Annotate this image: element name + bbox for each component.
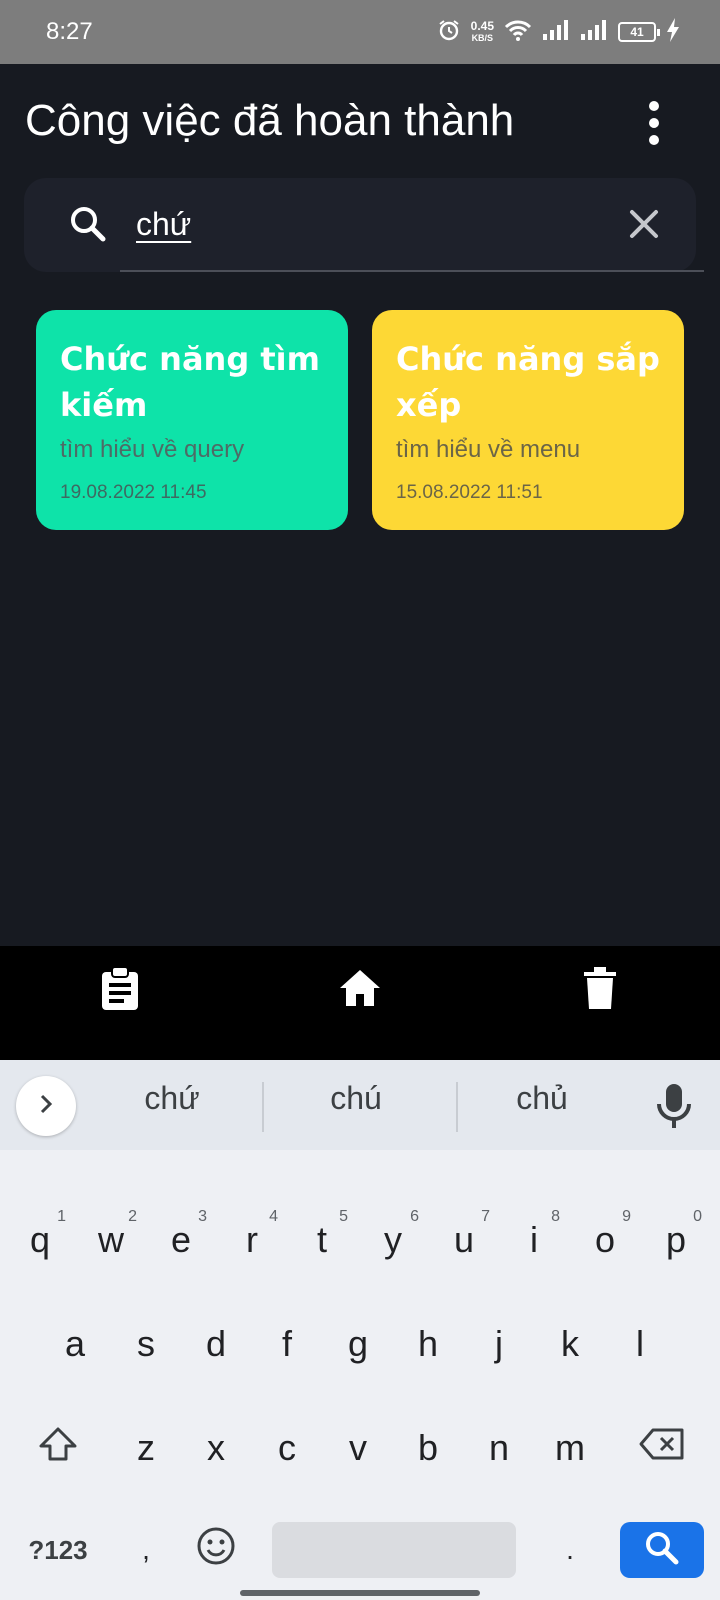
keyboard: chứ chú chủ q1 w2 e3 r4 t5 y6 u7 i8 o9 p… bbox=[0, 1060, 720, 1600]
more-dot bbox=[649, 101, 659, 111]
key-p[interactable]: p0 bbox=[646, 1200, 706, 1280]
key-c[interactable]: c bbox=[257, 1408, 317, 1488]
space-key[interactable] bbox=[272, 1522, 516, 1578]
net-speed: 0.45 KB/S bbox=[471, 20, 494, 44]
search-underline bbox=[120, 270, 704, 272]
search-icon bbox=[644, 1530, 680, 1571]
status-icons: 0.45 KB/S 41 bbox=[437, 14, 680, 50]
key-b[interactable]: b bbox=[398, 1408, 458, 1488]
card-description: tìm hiểu về menu bbox=[396, 436, 581, 463]
shift-icon bbox=[38, 1426, 78, 1471]
home-icon bbox=[339, 968, 381, 1013]
key-y[interactable]: y6 bbox=[363, 1200, 423, 1280]
signal-icon bbox=[580, 19, 608, 46]
emoji-icon bbox=[196, 1526, 236, 1575]
key-i[interactable]: i8 bbox=[504, 1200, 564, 1280]
key-g[interactable]: g bbox=[328, 1304, 388, 1384]
key-l[interactable]: l bbox=[610, 1304, 670, 1384]
status-bar: 8:27 0.45 KB/S 41 bbox=[0, 0, 720, 64]
clipboard-icon bbox=[100, 965, 140, 1015]
suggestion-item[interactable]: chủ bbox=[452, 1080, 632, 1117]
key-row-3: z x c v b n m bbox=[0, 1408, 720, 1488]
comma-key[interactable]: , bbox=[116, 1510, 176, 1590]
nav-home-button[interactable] bbox=[330, 960, 390, 1020]
key-x[interactable]: x bbox=[186, 1408, 246, 1488]
net-speed-value: 0.45 bbox=[470, 19, 494, 33]
key-m[interactable]: m bbox=[540, 1408, 600, 1488]
key-row-2: a s d f g h j k l bbox=[0, 1304, 720, 1384]
period-key[interactable]: . bbox=[540, 1510, 600, 1590]
clear-search-button[interactable] bbox=[622, 202, 666, 246]
suggestion-divider bbox=[262, 1082, 264, 1132]
battery-level: 41 bbox=[630, 25, 644, 39]
status-time: 8:27 bbox=[46, 18, 93, 45]
nav-tasks-button[interactable] bbox=[90, 960, 150, 1020]
key-row-4: ?123 , . bbox=[0, 1510, 720, 1590]
card-date: 15.08.2022 11:51 bbox=[396, 482, 543, 503]
key-k[interactable]: k bbox=[540, 1304, 600, 1384]
page-title: Công việc đã hoàn thành bbox=[25, 96, 515, 145]
wifi-icon bbox=[504, 19, 532, 46]
key-r[interactable]: r4 bbox=[222, 1200, 282, 1280]
search-input[interactable] bbox=[136, 196, 576, 252]
suggestion-bar: chứ chú chủ bbox=[0, 1060, 720, 1150]
key-f[interactable]: f bbox=[257, 1304, 317, 1384]
backspace-key[interactable] bbox=[632, 1408, 692, 1488]
key-q[interactable]: q1 bbox=[10, 1200, 70, 1280]
search-box bbox=[24, 178, 704, 272]
search-icon bbox=[68, 204, 108, 244]
battery-icon: 41 bbox=[618, 22, 660, 42]
card-date: 19.08.2022 11:45 bbox=[60, 482, 207, 503]
signal-icon bbox=[542, 19, 570, 46]
nav-trash-button[interactable] bbox=[570, 960, 630, 1020]
more-dot bbox=[649, 118, 659, 128]
suggestion-item[interactable]: chú bbox=[266, 1080, 446, 1117]
chevron-right-icon bbox=[36, 1092, 56, 1121]
card-title: Chức năng sắp xếp bbox=[396, 340, 660, 424]
bottom-nav bbox=[0, 946, 720, 1060]
key-z[interactable]: z bbox=[116, 1408, 176, 1488]
key-o[interactable]: o9 bbox=[575, 1200, 635, 1280]
keyboard-expand-button[interactable] bbox=[16, 1076, 76, 1136]
key-h[interactable]: h bbox=[398, 1304, 458, 1384]
more-options-button[interactable] bbox=[636, 98, 672, 148]
task-card[interactable]: Chức năng sắp xếp tìm hiểu về menu 15.08… bbox=[372, 310, 684, 530]
key-j[interactable]: j bbox=[469, 1304, 529, 1384]
alarm-icon bbox=[437, 18, 461, 47]
key-row-1: q1 w2 e3 r4 t5 y6 u7 i8 o9 p0 bbox=[0, 1200, 720, 1280]
home-indicator bbox=[240, 1590, 480, 1596]
charging-icon bbox=[666, 17, 680, 47]
trash-icon bbox=[584, 966, 616, 1014]
suggestion-item[interactable]: chứ bbox=[82, 1080, 262, 1117]
key-u[interactable]: u7 bbox=[434, 1200, 494, 1280]
key-n[interactable]: n bbox=[469, 1408, 529, 1488]
card-description: tìm hiểu về query bbox=[60, 436, 245, 463]
more-dot bbox=[649, 135, 659, 145]
card-title: Chức năng tìm kiếm bbox=[60, 340, 320, 424]
mic-icon[interactable] bbox=[652, 1082, 696, 1130]
key-s[interactable]: s bbox=[116, 1304, 176, 1384]
backspace-icon bbox=[639, 1427, 685, 1470]
key-e[interactable]: e3 bbox=[151, 1200, 211, 1280]
task-card[interactable]: Chức năng tìm kiếm tìm hiểu về query 19.… bbox=[36, 310, 348, 530]
key-a[interactable]: a bbox=[45, 1304, 105, 1384]
key-t[interactable]: t5 bbox=[292, 1200, 352, 1280]
key-d[interactable]: d bbox=[186, 1304, 246, 1384]
search-action-key[interactable] bbox=[620, 1522, 704, 1578]
key-w[interactable]: w2 bbox=[81, 1200, 141, 1280]
shift-key[interactable] bbox=[28, 1408, 88, 1488]
net-speed-unit: KB/S bbox=[471, 33, 494, 43]
symbols-key[interactable]: ?123 bbox=[18, 1510, 98, 1590]
key-v[interactable]: v bbox=[328, 1408, 388, 1488]
emoji-key[interactable] bbox=[186, 1510, 246, 1590]
